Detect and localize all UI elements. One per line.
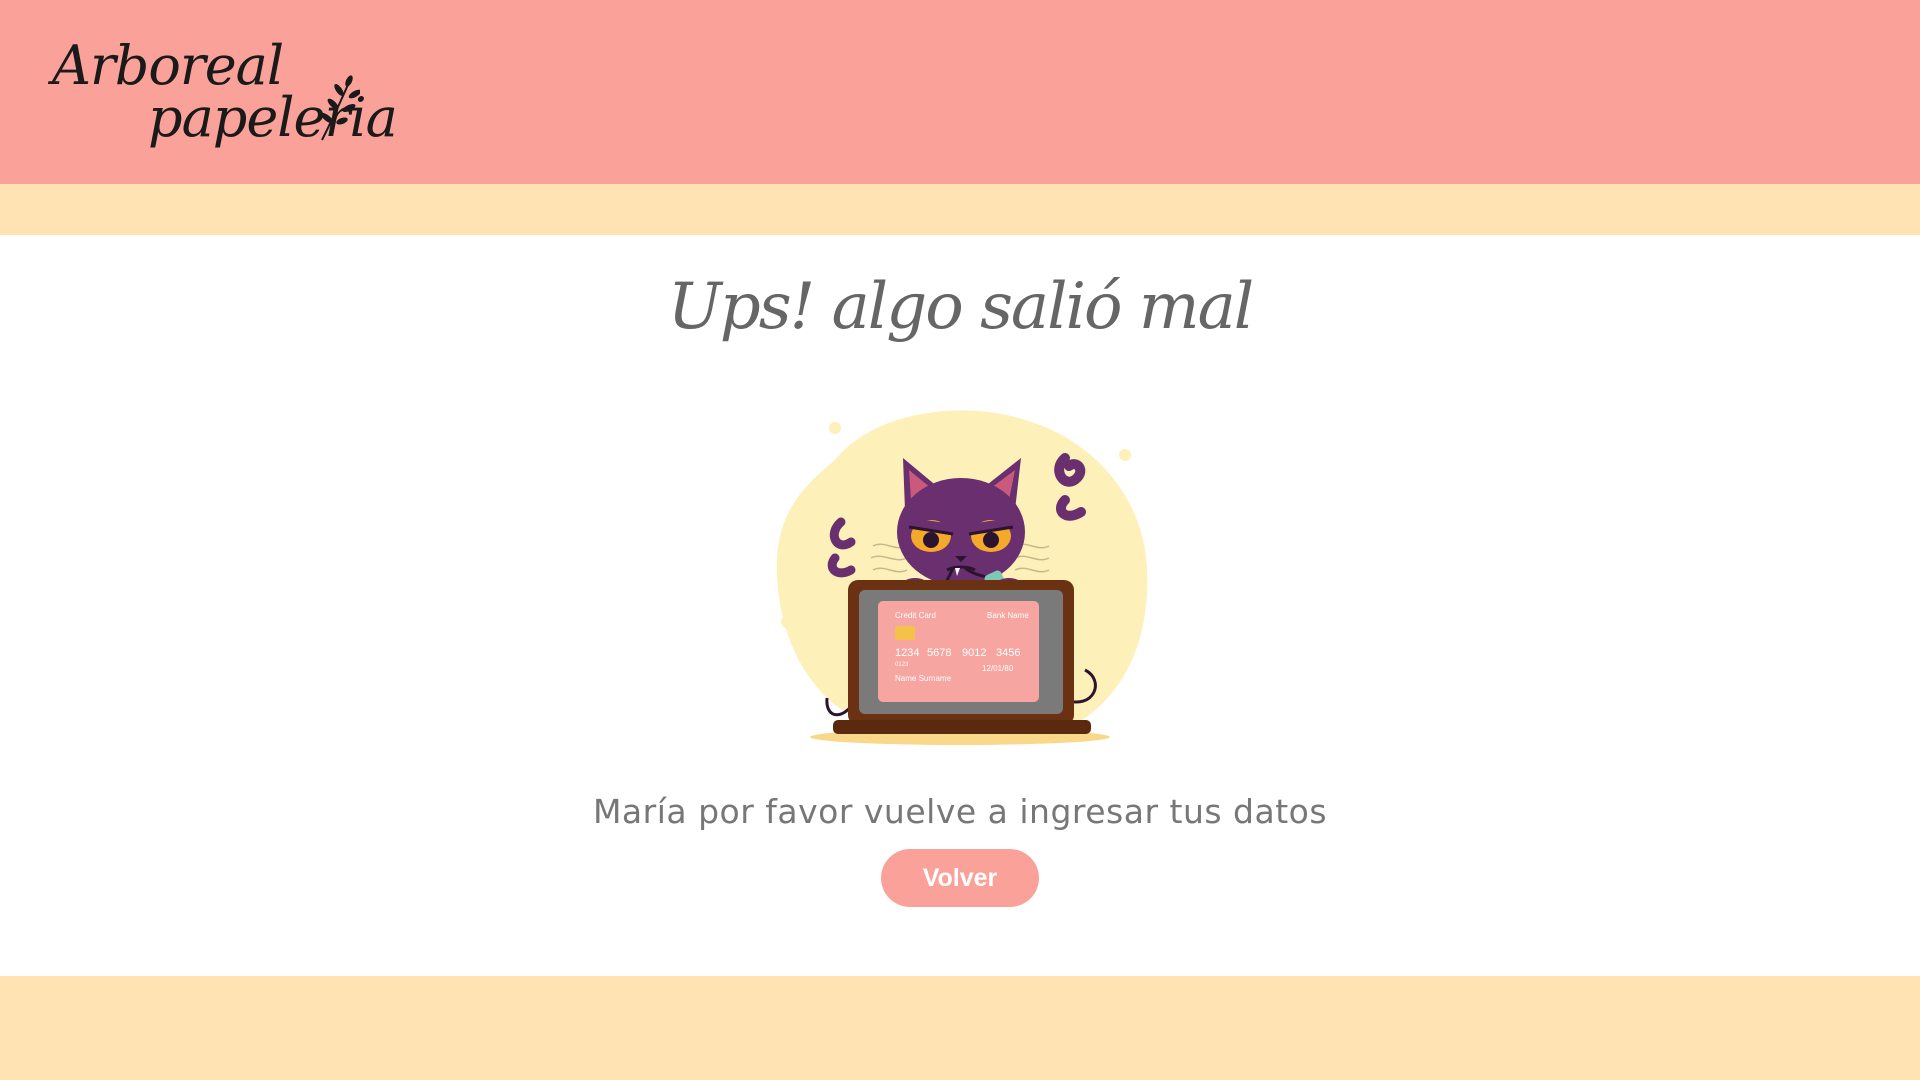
card-holder: Name Surname — [895, 674, 952, 683]
card-number-group-2: 5678 — [927, 647, 951, 659]
card-bank-label: Bank Name — [987, 611, 1029, 620]
retry-message: María por favor vuelve a ingresar tus da… — [592, 792, 1328, 831]
card-expiry: 12/01/80 — [982, 664, 1014, 673]
card-type-label: Credit Card — [895, 611, 936, 620]
card-number-group-3: 9012 — [962, 647, 986, 659]
card-number-group-4: 3456 — [996, 647, 1020, 659]
brand-logo[interactable]: Arboreal papeleria — [52, 36, 398, 156]
site-footer — [0, 976, 1920, 1080]
angry-cat-laptop-illustration: Credit Card Bank Name 1234 5678 9012 345… — [776, 410, 1148, 745]
error-title: Ups! algo salió mal — [667, 270, 1254, 344]
card-small-code: 0123 — [895, 662, 909, 668]
site-header: Arboreal papeleria — [0, 0, 1920, 184]
leaf-sprig-icon — [321, 75, 360, 141]
card-number-group-1: 1234 — [895, 647, 919, 659]
back-button[interactable]: Volver — [881, 849, 1039, 907]
header-accent-band — [0, 184, 1920, 235]
error-content: Ups! algo salió mal Credit Card Bank Nam… — [0, 235, 1920, 976]
